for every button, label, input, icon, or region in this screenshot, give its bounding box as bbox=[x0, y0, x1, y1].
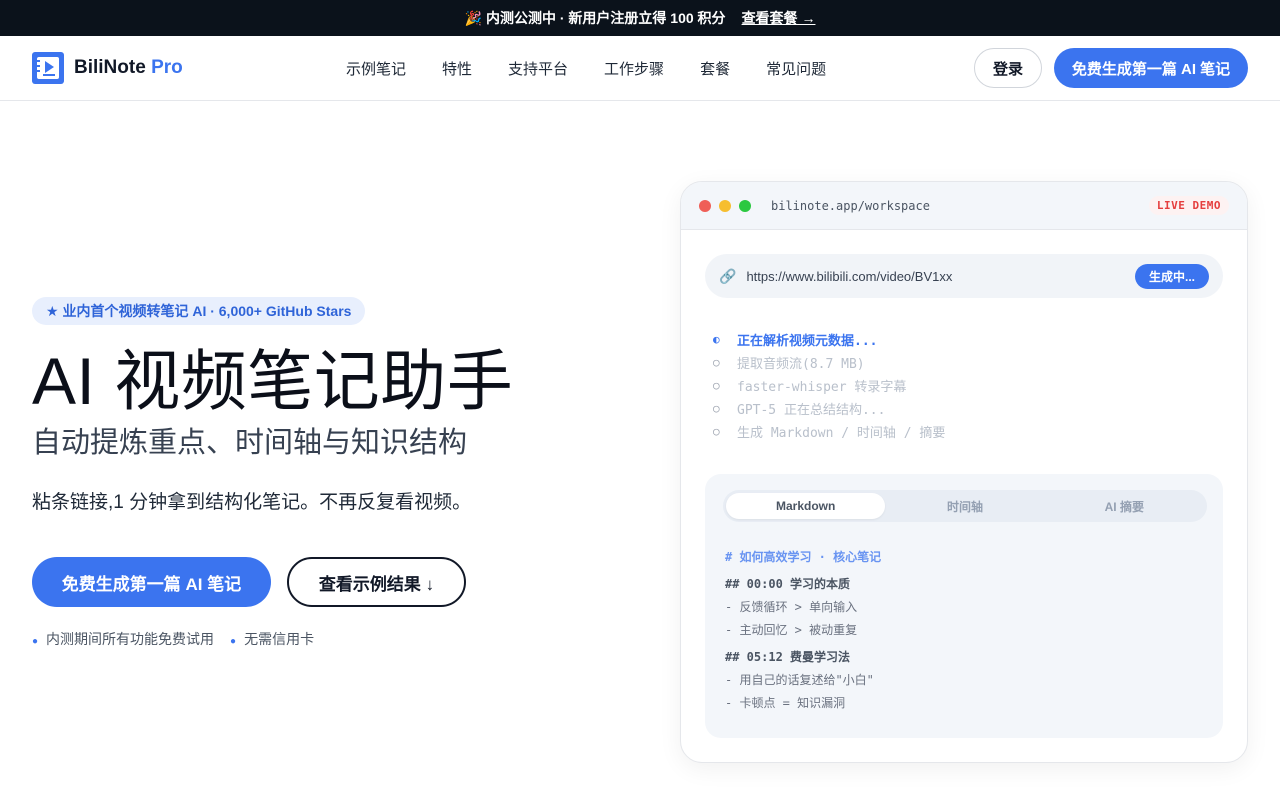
step-item: ○ 提取音频流(8.7 MB) bbox=[713, 356, 865, 372]
promo-text-wrap: 🎉 内测公测中 · 新用户注册立得 100 积分 bbox=[465, 8, 726, 28]
video-url-value: https://www.bilibili.com/video/BV1xx bbox=[746, 268, 953, 284]
nav-link-steps[interactable]: 工作步骤 bbox=[604, 58, 664, 79]
hero-notes: ● 内测期间所有功能免费试用 ● 无需信用卡 bbox=[32, 629, 314, 649]
brand-name: BiliNote Pro bbox=[74, 57, 183, 78]
spinner-icon: ◐ bbox=[713, 333, 720, 346]
pending-circle-icon: ○ bbox=[713, 356, 720, 369]
bullet-icon: ● bbox=[32, 636, 39, 647]
demo-titlebar: bilinote.app/workspace LIVE DEMO bbox=[681, 182, 1247, 230]
promo-text: 内测公测中 · 新用户注册立得 100 积分 bbox=[485, 10, 726, 26]
party-icon: 🎉 bbox=[464, 10, 482, 26]
nav-actions: 登录 免费生成第一篇 AI 笔记 bbox=[974, 48, 1248, 88]
nav-link-pricing[interactable]: 套餐 bbox=[700, 58, 730, 79]
md-list-item: - 卡顿点 = 知识漏洞 bbox=[725, 696, 846, 710]
progress-steps: ◐ 正在解析视频元数据... ○ 提取音频流(8.7 MB) ○ faster-whi… bbox=[713, 328, 945, 443]
nav-link-examples[interactable]: 示例笔记 bbox=[346, 58, 406, 79]
hero-badge: ★ 业内首个视频转笔记 AI · 6,000+ GitHub Stars bbox=[32, 297, 366, 325]
hero-note-item: ● 内测期间所有功能免费试用 bbox=[32, 631, 215, 647]
step-item: ◐ 正在解析视频元数据... bbox=[713, 333, 878, 349]
step-item: ○ GPT-5 正在总结结构... bbox=[713, 402, 886, 418]
tab-markdown[interactable]: Markdown bbox=[726, 493, 886, 519]
md-heading: ## 00:00 学习的本质 bbox=[725, 577, 851, 591]
md-list-item: - 用自己的话复述给"小白" bbox=[725, 673, 874, 687]
live-demo-badge: LIVE DEMO bbox=[1148, 196, 1229, 215]
nav-cta-button[interactable]: 免费生成第一篇 AI 笔记 bbox=[1054, 48, 1248, 88]
login-button[interactable]: 登录 bbox=[974, 48, 1042, 88]
generating-button[interactable]: 生成中... bbox=[1134, 263, 1209, 289]
promo-plans-link[interactable]: 查看套餐 → bbox=[742, 8, 816, 28]
tab-timeline[interactable]: 时间轴 bbox=[885, 493, 1044, 519]
demo-url: bilinote.app/workspace bbox=[771, 198, 930, 213]
hero-description: 粘条链接,1 分钟拿到结构化笔记。不再反复看视频。 bbox=[32, 492, 472, 513]
nav-link-faq[interactable]: 常见问题 bbox=[766, 58, 826, 79]
generate-note-button[interactable]: 免费生成第一篇 AI 笔记 bbox=[32, 557, 271, 607]
output-tabs: Markdown 时间轴 AI 摘要 bbox=[723, 490, 1207, 522]
md-list-item: - 反馈循环 > 单向输入 bbox=[725, 600, 858, 614]
md-list-item: - 主动回忆 > 被动重复 bbox=[725, 623, 858, 637]
nav-link-platforms[interactable]: 支持平台 bbox=[508, 58, 568, 79]
logo-icon bbox=[32, 52, 64, 84]
demo-window: bilinote.app/workspace LIVE DEMO 🔗 https… bbox=[680, 181, 1248, 763]
view-example-button[interactable]: 查看示例结果 ↓ bbox=[287, 557, 466, 607]
nav-link-features[interactable]: 特性 bbox=[442, 58, 472, 79]
nav-links: 示例笔记 特性 支持平台 工作步骤 套餐 常见问题 bbox=[346, 36, 826, 100]
pending-circle-icon: ○ bbox=[713, 402, 720, 415]
brand[interactable]: BiliNote Pro bbox=[32, 52, 183, 84]
hero-subtitle: 自动提炼重点、时间轴与知识结构 bbox=[32, 427, 468, 459]
md-heading: ## 05:12 费曼学习法 bbox=[725, 650, 851, 664]
markdown-preview: # 如何高效学习 · 核心笔记 ## 00:00 学习的本质 - 反馈循环 > … bbox=[725, 544, 881, 714]
pending-circle-icon: ○ bbox=[713, 425, 720, 438]
step-item: ○ 生成 Markdown / 时间轴 / 摘要 bbox=[713, 425, 946, 441]
video-url-input[interactable]: 🔗 https://www.bilibili.com/video/BV1xx 生… bbox=[705, 254, 1223, 298]
hero-title: AI 视频笔记助手 bbox=[32, 344, 514, 418]
promo-banner: 🎉 内测公测中 · 新用户注册立得 100 积分 查看套餐 → bbox=[0, 0, 1280, 36]
md-title: # 如何高效学习 · 核心笔记 bbox=[725, 549, 882, 564]
maximize-dot-icon bbox=[739, 199, 751, 212]
tab-ai-summary[interactable]: AI 摘要 bbox=[1045, 493, 1204, 519]
bullet-icon: ● bbox=[230, 636, 237, 647]
link-icon: 🔗 bbox=[719, 267, 737, 284]
close-dot-icon bbox=[699, 199, 711, 212]
output-panel: Markdown 时间轴 AI 摘要 # 如何高效学习 · 核心笔记 ## 00… bbox=[705, 474, 1223, 738]
hero-note-item: ● 无需信用卡 bbox=[230, 631, 315, 647]
step-item: ○ faster-whisper 转录字幕 bbox=[713, 379, 907, 395]
minimize-dot-icon bbox=[719, 199, 731, 212]
top-nav: BiliNote Pro 示例笔记 特性 支持平台 工作步骤 套餐 常见问题 登… bbox=[0, 36, 1280, 101]
pending-circle-icon: ○ bbox=[713, 379, 720, 392]
hero-section: ★ 业内首个视频转笔记 AI · 6,000+ GitHub Stars AI … bbox=[0, 101, 1280, 800]
